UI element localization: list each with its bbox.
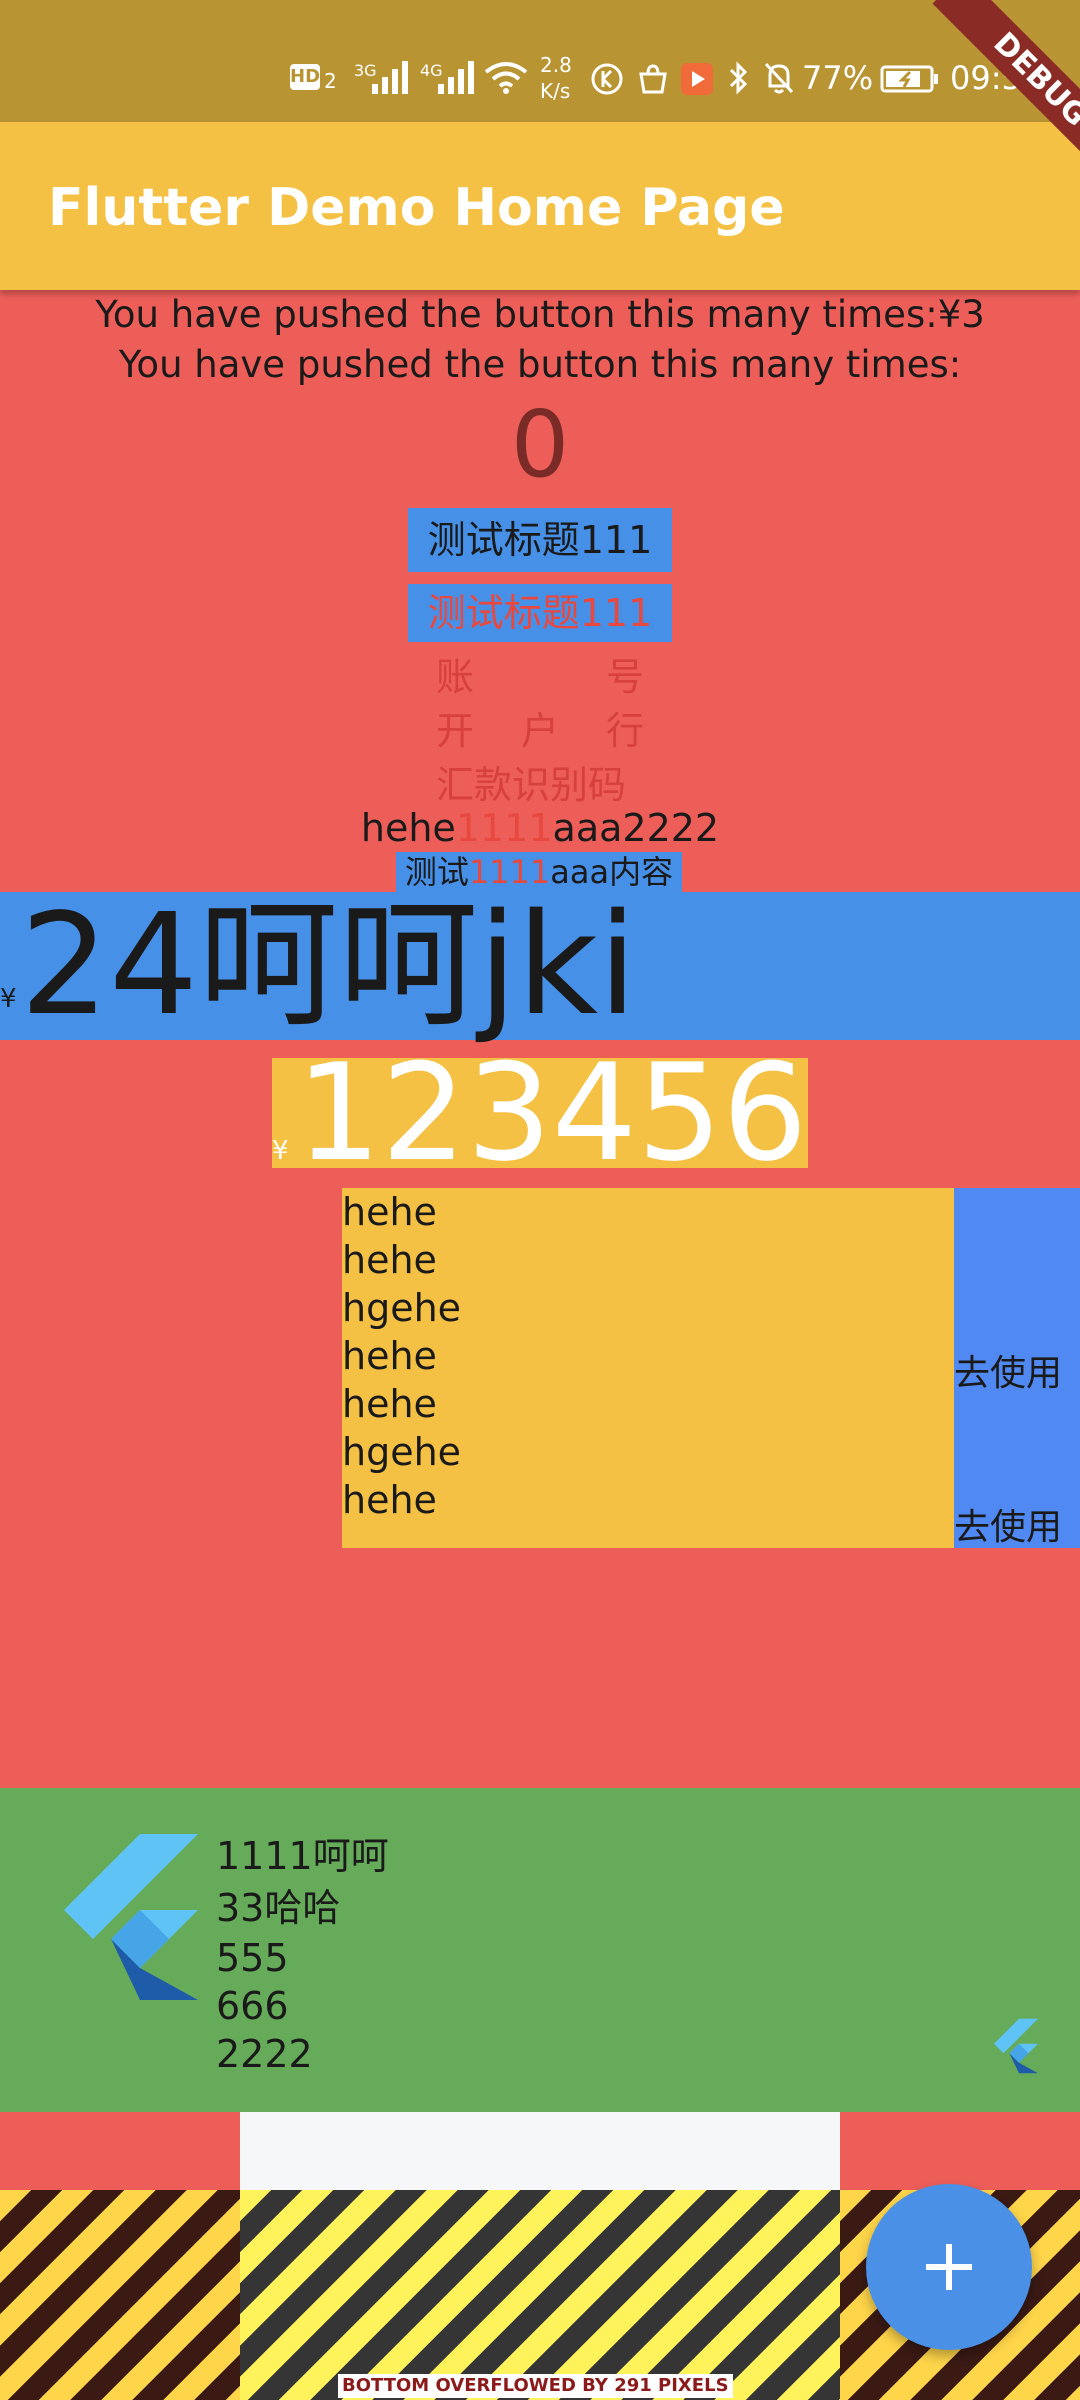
battery-icon bbox=[880, 65, 938, 93]
use-button-1[interactable]: 去使用 bbox=[954, 1344, 1062, 1396]
speed-unit: K/s bbox=[540, 79, 571, 103]
battery-percent: 77% bbox=[802, 59, 874, 97]
bell-muted-icon bbox=[764, 62, 794, 94]
hd-sub: 2 bbox=[324, 69, 337, 93]
title-box-2: 测试标题111 bbox=[408, 584, 672, 642]
increment-fab[interactable] bbox=[866, 2184, 1032, 2350]
app-title: Flutter Demo Home Page bbox=[48, 178, 785, 238]
hd-badge: HD bbox=[290, 64, 320, 90]
plus-icon bbox=[926, 2244, 972, 2290]
list-item: hehe bbox=[342, 1334, 437, 1378]
counter-value: 0 bbox=[510, 391, 570, 498]
mixed-rich-text: hehe1111aaa2222 bbox=[360, 806, 720, 850]
label-remit-code: 汇款识别码 bbox=[436, 763, 627, 807]
bag-icon bbox=[639, 64, 667, 94]
k-circle-icon bbox=[591, 63, 623, 95]
list-item: hehe bbox=[342, 1190, 437, 1234]
label-bank: 开 户 行 bbox=[436, 709, 644, 753]
card-line: 2222 bbox=[216, 2032, 313, 2076]
speed-value: 2.8 bbox=[540, 53, 572, 77]
overflow-hazard-left bbox=[0, 2190, 240, 2400]
amount-currency: ¥ bbox=[272, 1136, 289, 1166]
big-price-currency: ¥ bbox=[0, 984, 17, 1014]
title-box-1-text: 测试标题111 bbox=[427, 518, 653, 562]
overflow-hazard-center bbox=[240, 2190, 840, 2400]
signal-icon bbox=[372, 61, 408, 94]
list-item: hehe bbox=[342, 1382, 437, 1426]
flutter-logo-icon bbox=[64, 1834, 198, 2000]
card-line: 1111呵呵 bbox=[216, 1834, 389, 1878]
signal-icon-2 bbox=[438, 61, 474, 94]
card-line: 555 bbox=[216, 1936, 289, 1980]
hehe-list: hehe hehe hgehe hehe hehe hgehe hehe bbox=[342, 1188, 954, 1548]
big-price-text: 24呵呵jki bbox=[20, 884, 638, 1047]
pushed-text-currency: You have pushed the button this many tim… bbox=[95, 293, 985, 336]
bluetooth-icon bbox=[729, 61, 748, 95]
white-strip bbox=[240, 2112, 840, 2190]
list-item: hehe bbox=[342, 1238, 437, 1282]
info-card: 1111呵呵 33哈哈 555 666 2222 bbox=[0, 1788, 1080, 2112]
card-line: 666 bbox=[216, 1984, 289, 2028]
play-app-icon bbox=[681, 63, 713, 95]
label-account: 账 号 bbox=[436, 655, 644, 699]
big-price-band: ¥ 24呵呵jki bbox=[0, 892, 1080, 1040]
app-bar: Flutter Demo Home Page bbox=[0, 122, 1080, 290]
title-box-2-text: 测试标题111 bbox=[427, 591, 653, 635]
amount-text: 123456 bbox=[296, 1035, 808, 1191]
status-bar: HD 2 3G 4G 2.8 K/s 77% 09:58 bbox=[0, 0, 1080, 122]
use-button-2[interactable]: 去使用 bbox=[954, 1498, 1062, 1550]
pushed-text: You have pushed the button this many tim… bbox=[118, 343, 962, 386]
title-box-1: 测试标题111 bbox=[408, 508, 672, 572]
card-line: 33哈哈 bbox=[216, 1886, 341, 1930]
list-item: hgehe bbox=[342, 1430, 462, 1474]
wifi-icon bbox=[484, 62, 528, 94]
list-item: hehe bbox=[342, 1478, 437, 1522]
overflow-warning-label: BOTTOM OVERFLOWED BY 291 PIXELS bbox=[338, 2374, 733, 2398]
label-stack: 账 号 开 户 行 汇款识别码 bbox=[436, 646, 644, 808]
use-column: 去使用 去使用 bbox=[954, 1188, 1080, 1548]
list-item: hgehe bbox=[342, 1286, 462, 1330]
amount-box: ¥ 123456 bbox=[272, 1046, 808, 1180]
flutter-small-logo-icon bbox=[994, 2018, 1038, 2074]
card-lines: 1111呵呵 33哈哈 555 666 2222 bbox=[216, 1830, 389, 2078]
